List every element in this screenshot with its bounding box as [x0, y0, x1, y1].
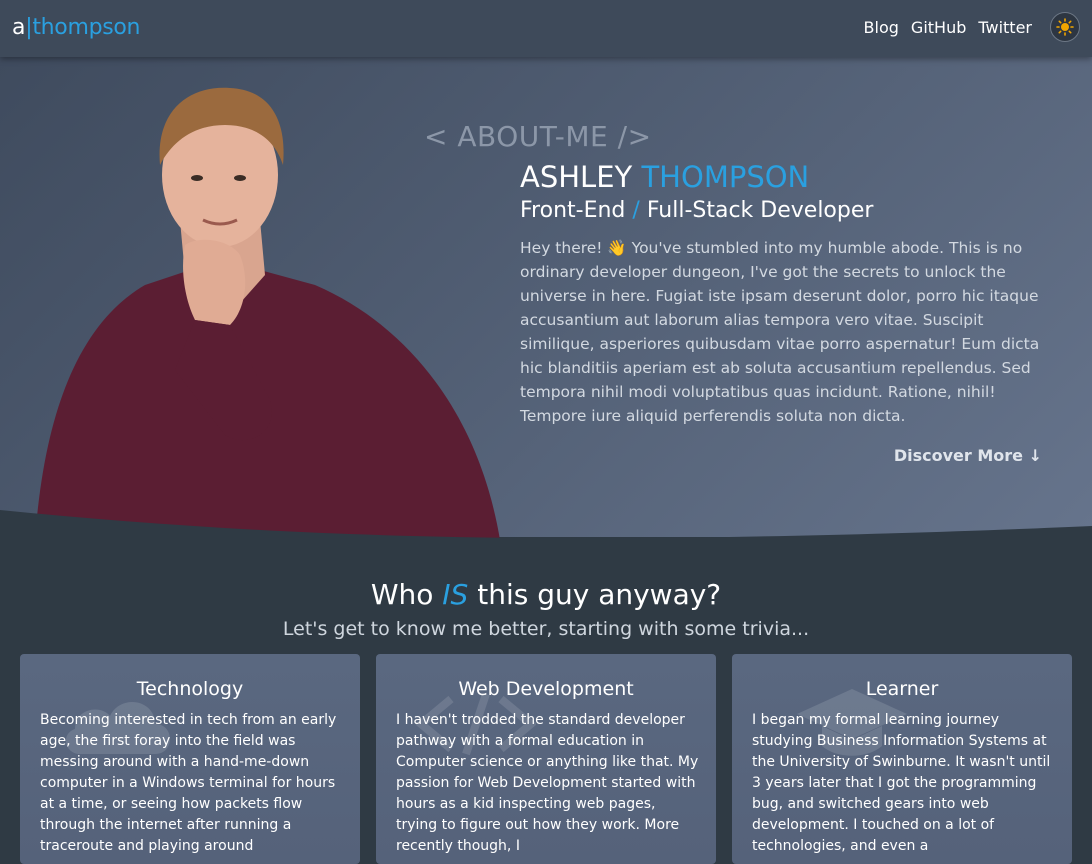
sun-icon [1056, 18, 1074, 36]
navbar: a|thompson Blog GitHub Twitter [0, 0, 1092, 57]
nav-link-github[interactable]: GitHub [911, 18, 966, 37]
card-text: Becoming interested in tech from an earl… [40, 712, 337, 854]
section-title-is: IS [442, 578, 469, 611]
about-me-tag: < ABOUT-ME /> [424, 120, 652, 153]
role-front: Front-End [520, 198, 626, 223]
card-title: Technology [136, 678, 244, 700]
brand-initial: a [12, 15, 26, 40]
card-title: Learner [865, 678, 939, 700]
discover-more-link[interactable]: Discover More ↓ [894, 446, 1042, 465]
card-technology: Technology Becoming interested in tech f… [20, 654, 360, 864]
card-text: I haven't trodded the standard developer… [396, 712, 699, 854]
card-web-development: Web Development I haven't trodded the st… [376, 654, 716, 864]
hero-role: Front-End / Full-Stack Developer [520, 198, 873, 223]
card-text: I began my formal learning journey study… [752, 712, 1051, 854]
card-title: Web Development [458, 678, 634, 700]
nav-links: Blog GitHub Twitter [864, 18, 1032, 37]
section-title: Who IS this guy anyway? [0, 578, 1092, 611]
card-learner: Learner I began my formal learning journ… [732, 654, 1072, 864]
hero-wave-divider [0, 510, 1092, 560]
first-name: ASHLEY [520, 160, 633, 194]
brand-logo[interactable]: a|thompson [12, 15, 141, 40]
section-title-after: this guy anyway? [477, 578, 722, 611]
role-rest: Full-Stack Developer [646, 198, 874, 223]
hero-bio: Hey there! 👋 You've stumbled into my hum… [520, 239, 1040, 425]
role-slash: / [632, 198, 640, 223]
nav-link-blog[interactable]: Blog [864, 18, 899, 37]
section-title-before: Who [370, 578, 434, 611]
hero-name: ASHLEY THOMPSON [520, 160, 809, 194]
theme-toggle-button[interactable] [1050, 12, 1080, 42]
nav-link-twitter[interactable]: Twitter [978, 18, 1032, 37]
last-name: THOMPSON [641, 160, 810, 194]
section-subtitle: Let's get to know me better, starting wi… [282, 618, 810, 640]
brand-name: thompson [32, 15, 141, 40]
